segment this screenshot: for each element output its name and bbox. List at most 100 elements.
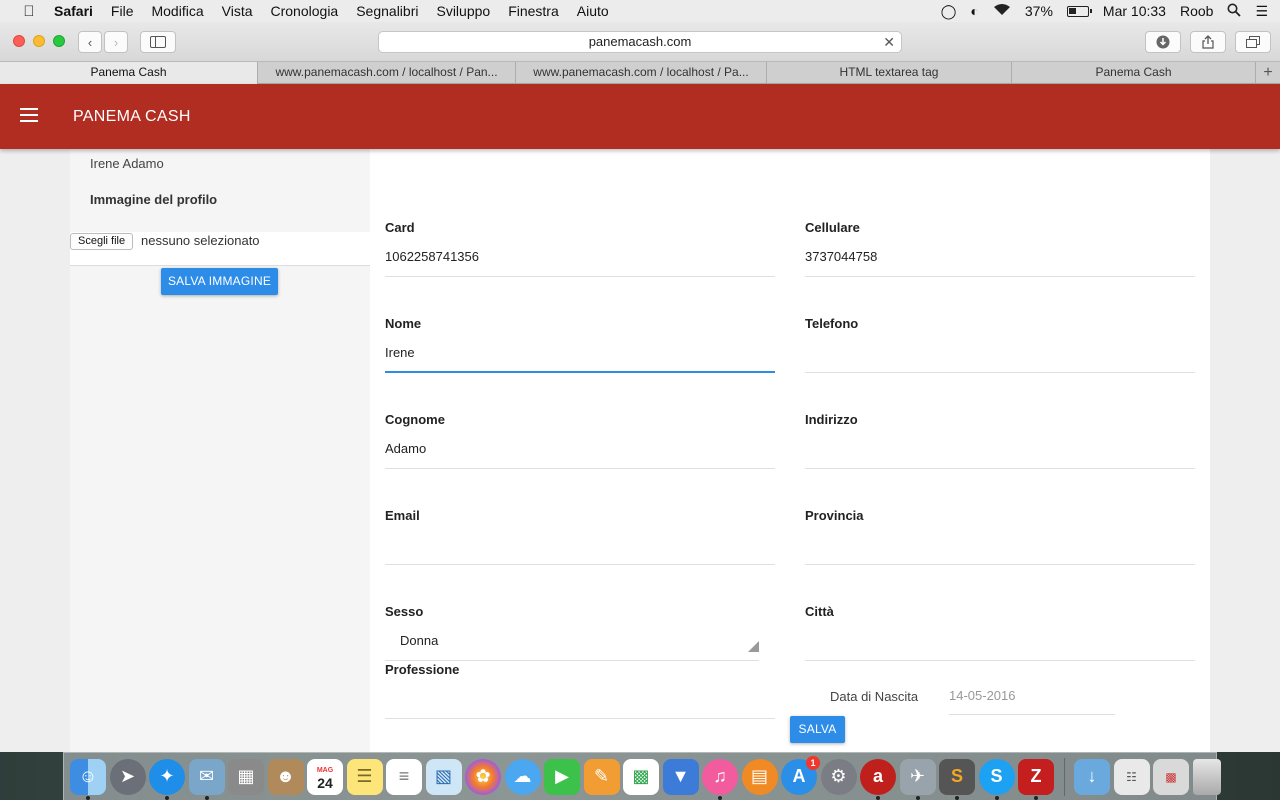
cellulare-label: Cellulare xyxy=(805,220,860,235)
wifi-icon[interactable] xyxy=(993,3,1011,19)
launchpad-icon[interactable]: ➤ xyxy=(109,758,146,795)
documents-stack-icon[interactable]: ☷ xyxy=(1113,758,1150,795)
system-preferences-icon[interactable]: ⚙ xyxy=(820,758,857,795)
card-field[interactable]: 1062258741356 xyxy=(385,245,775,277)
network-utility-icon[interactable]: ✈ xyxy=(899,758,936,800)
menu-aiuto[interactable]: Aiuto xyxy=(577,3,609,19)
adobe-reader-icon[interactable]: a xyxy=(860,758,896,800)
provincia-field[interactable] xyxy=(805,533,1195,565)
profile-name: Irene Adamo xyxy=(90,156,164,171)
menu-modifica[interactable]: Modifica xyxy=(151,3,203,19)
app-title: PANEMA CASH xyxy=(73,108,191,125)
menu-file[interactable]: File xyxy=(111,3,134,19)
share-icon xyxy=(1202,35,1214,49)
citta-field[interactable] xyxy=(805,629,1195,661)
save-image-button[interactable]: SALVA IMMAGINE xyxy=(161,268,278,295)
user-name[interactable]: Roob xyxy=(1180,3,1213,19)
app-bar: PANEMA CASH xyxy=(0,84,1280,149)
safari-icon[interactable]: ✦ xyxy=(149,758,185,800)
telefono-label: Telefono xyxy=(805,316,859,331)
sesso-label: Sesso xyxy=(385,604,424,619)
search-icon[interactable] xyxy=(1227,3,1242,20)
minimize-window-button[interactable] xyxy=(33,35,45,47)
calendar-icon[interactable]: MAG 24 xyxy=(307,758,343,795)
dock: ☺ ➤ ✦ ✉ ▦ ☻ MAG 24 ☰ ≡ ▧ ✿ ☁ ▶ ✎ ▩ ▼ ♫ ▤ … xyxy=(63,752,1221,800)
email-field[interactable] xyxy=(385,533,775,565)
choose-file-button[interactable]: Scegli file xyxy=(70,233,134,250)
save-button[interactable]: SALVA xyxy=(790,716,845,743)
mail-icon[interactable]: ✉ xyxy=(188,758,225,800)
calculator-icon[interactable]: ▦ xyxy=(228,758,264,795)
professione-field[interactable] xyxy=(385,687,775,719)
menu-vista[interactable]: Vista xyxy=(222,3,253,19)
tabs-icon xyxy=(1246,36,1260,48)
dock-separator xyxy=(1063,757,1065,796)
data-nascita-field[interactable]: 14-05-2016 xyxy=(949,685,1115,715)
menu-app[interactable]: Safari xyxy=(54,3,93,19)
file-input-row: Scegli file nessuno selezionato xyxy=(70,232,370,266)
sublime-text-icon[interactable]: S xyxy=(939,758,975,800)
sidebar-icon xyxy=(150,36,166,48)
dropdown-arrow-icon xyxy=(748,641,759,652)
cellulare-field[interactable]: 3737044758 xyxy=(805,245,1195,277)
menu-icon[interactable] xyxy=(20,108,38,122)
contacts-icon[interactable]: ☻ xyxy=(267,758,304,795)
skype-icon[interactable]: S xyxy=(978,758,1015,800)
zoom-window-button[interactable] xyxy=(53,35,65,47)
screenshots-stack-icon[interactable]: ▩ xyxy=(1153,758,1189,795)
clock[interactable]: Mar 10:33 xyxy=(1103,3,1166,19)
photos-icon[interactable]: ✿ xyxy=(465,758,501,795)
tabs-overview-button[interactable] xyxy=(1235,31,1271,53)
card-label: Card xyxy=(385,220,415,235)
tab-panema-cash-2[interactable]: Panema Cash xyxy=(1012,62,1256,84)
checkmark-circle-icon[interactable]: ◯ xyxy=(941,3,957,20)
clear-url-icon[interactable]: ✕ xyxy=(883,32,895,52)
messages-icon[interactable]: ☁ xyxy=(504,758,541,795)
tab-textarea[interactable]: HTML textarea tag xyxy=(767,62,1012,84)
sesso-value: Donna xyxy=(400,633,439,648)
facetime-icon[interactable]: ▶ xyxy=(544,758,580,795)
apple-icon[interactable]:  xyxy=(18,3,40,20)
telefono-field[interactable] xyxy=(805,341,1195,373)
sync-icon[interactable]: ◐ xyxy=(970,3,978,19)
ibooks-icon[interactable]: ▤ xyxy=(741,758,778,795)
tab-panema-cash[interactable]: Panema Cash xyxy=(0,62,258,84)
tab-localhost-1[interactable]: www.panemacash.com / localhost / Pan... xyxy=(258,62,516,84)
pages-icon[interactable]: ✎ xyxy=(583,758,620,795)
downloads-folder-icon[interactable]: ↓ xyxy=(1074,758,1110,795)
indirizzo-field[interactable] xyxy=(805,437,1195,469)
new-tab-button[interactable]: + xyxy=(1256,62,1280,83)
calendar-day: 24 xyxy=(317,774,333,791)
numbers-icon[interactable]: ▩ xyxy=(623,758,659,795)
provincia-label: Provincia xyxy=(805,508,864,523)
back-button[interactable]: ‹ xyxy=(78,31,102,53)
chevron-left-icon: ‹ xyxy=(87,34,93,50)
tab-localhost-2[interactable]: www.panemacash.com / localhost / Pa... xyxy=(516,62,767,84)
sidebar-toggle-button[interactable] xyxy=(140,31,176,53)
nome-field[interactable]: Irene xyxy=(385,341,775,373)
menu-finestra[interactable]: Finestra xyxy=(508,3,559,19)
notes-icon[interactable]: ☰ xyxy=(346,758,383,795)
menu-cronologia[interactable]: Cronologia xyxy=(271,3,339,19)
list-icon[interactable]: ☰ xyxy=(1255,3,1268,20)
reminders-icon[interactable]: ≡ xyxy=(386,758,422,795)
trash-icon[interactable] xyxy=(1192,758,1221,795)
menu-sviluppo[interactable]: Sviluppo xyxy=(436,3,490,19)
filezilla-icon[interactable]: Z xyxy=(1018,758,1054,800)
close-window-button[interactable] xyxy=(13,35,25,47)
downloads-button[interactable] xyxy=(1145,31,1181,53)
menu-segnalibri[interactable]: Segnalibri xyxy=(356,3,418,19)
address-bar[interactable]: panemacash.com ✕ xyxy=(378,31,902,53)
finder-icon[interactable]: ☺ xyxy=(70,758,106,800)
cognome-field[interactable]: Adamo xyxy=(385,437,775,469)
email-label: Email xyxy=(385,508,420,523)
forward-button[interactable]: › xyxy=(104,31,128,53)
share-button[interactable] xyxy=(1190,31,1226,53)
page-content: Irene Adamo Immagine del profilo Scegli … xyxy=(0,149,1280,752)
battery-icon[interactable] xyxy=(1066,5,1092,17)
app-store-icon[interactable]: A1 xyxy=(781,755,820,795)
itunes-icon[interactable]: ♫ xyxy=(702,758,738,800)
preview-icon[interactable]: ▧ xyxy=(425,758,462,795)
sesso-select[interactable]: Donna xyxy=(385,629,759,661)
keynote-icon[interactable]: ▼ xyxy=(662,758,699,795)
